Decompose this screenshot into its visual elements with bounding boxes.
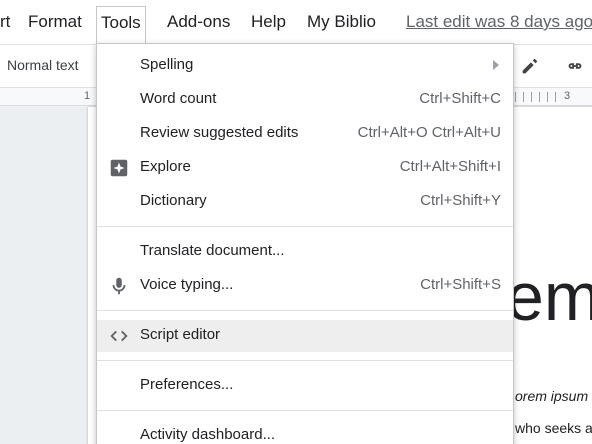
- menu-item-shortcut: Ctrl+Shift+S: [420, 276, 501, 293]
- document-italic-text: orem ipsum: [515, 388, 589, 404]
- menu-item-review-suggested-edits[interactable]: Review suggested edits Ctrl+Alt+O Ctrl+A…: [97, 118, 513, 150]
- menu-insert[interactable]: rt: [0, 12, 10, 32]
- explore-icon: [108, 157, 130, 179]
- document-body-text: who seeks aft: [515, 420, 592, 436]
- menu-item-preferences[interactable]: Preferences...: [97, 370, 513, 402]
- menu-item-label: Translate document...: [140, 242, 285, 259]
- menu-add-ons[interactable]: Add-ons: [167, 12, 230, 32]
- last-edit-link[interactable]: Last edit was 8 days ago: [406, 12, 592, 32]
- menu-item-shortcut: Ctrl+Shift+Y: [420, 192, 501, 209]
- menu-tools[interactable]: Tools: [96, 6, 146, 44]
- microphone-icon: [108, 275, 130, 297]
- menu-item-voice-typing[interactable]: Voice typing... Ctrl+Shift+S: [97, 270, 513, 302]
- link-icon[interactable]: [564, 55, 586, 77]
- menu-item-label: Voice typing...: [140, 276, 234, 293]
- submenu-arrow-icon: [493, 60, 499, 70]
- menu-item-word-count[interactable]: Word count Ctrl+Shift+C: [97, 84, 513, 116]
- menu-separator: [97, 310, 513, 311]
- menu-item-spelling[interactable]: Spelling: [97, 50, 513, 82]
- code-icon: [108, 325, 130, 347]
- document-title-text: em: [506, 259, 592, 335]
- menu-item-dictionary[interactable]: Dictionary Ctrl+Shift+Y: [97, 186, 513, 218]
- menu-item-label: Review suggested edits: [140, 124, 299, 141]
- menu-item-label: Dictionary: [140, 192, 207, 209]
- menu-separator: [97, 360, 513, 361]
- menu-item-shortcut: Ctrl+Shift+C: [419, 90, 501, 107]
- menu-item-label: Script editor: [140, 326, 221, 343]
- paragraph-style-select[interactable]: Normal text: [7, 57, 79, 73]
- menu-item-script-editor[interactable]: Script editor: [97, 320, 513, 352]
- menu-bar: rt Format Tools Add-ons Help My Biblio L…: [0, 0, 592, 44]
- menu-item-explore[interactable]: Explore Ctrl+Alt+Shift+I: [97, 152, 513, 184]
- menu-item-translate-document[interactable]: Translate document...: [97, 236, 513, 268]
- menu-item-label: Preferences...: [140, 376, 234, 393]
- menu-item-label: Word count: [140, 90, 217, 107]
- menu-item-label: Spelling: [140, 56, 194, 73]
- ruler-ticks: [515, 92, 563, 102]
- menu-help[interactable]: Help: [251, 12, 286, 32]
- tools-menu: Spelling Word count Ctrl+Shift+C Review …: [96, 43, 514, 444]
- menu-format[interactable]: Format: [28, 12, 82, 32]
- menu-separator: [97, 410, 513, 411]
- ruler-number: 3: [564, 90, 571, 102]
- menu-separator: [97, 226, 513, 227]
- menu-item-label: Activity dashboard...: [140, 426, 276, 443]
- menu-item-shortcut: Ctrl+Alt+O Ctrl+Alt+U: [357, 124, 501, 141]
- menu-item-label: Explore: [140, 158, 191, 175]
- menu-item-activity-dashboard[interactable]: Activity dashboard...: [97, 420, 513, 444]
- menu-item-shortcut: Ctrl+Alt+Shift+I: [399, 158, 501, 175]
- menu-my-biblio[interactable]: My Biblio: [307, 12, 376, 32]
- pen-icon[interactable]: [519, 55, 541, 77]
- ruler-number: 1: [84, 90, 91, 102]
